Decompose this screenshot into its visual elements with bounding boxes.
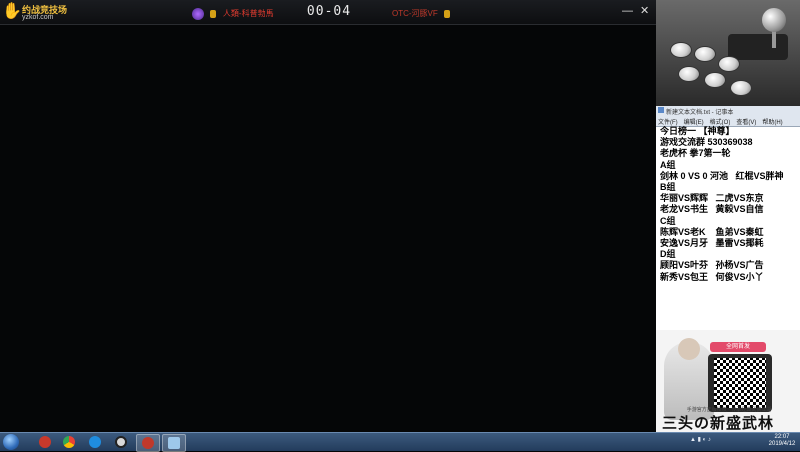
team-left-name: 人類-科普勃馬 xyxy=(222,9,274,19)
qr-code-icon xyxy=(714,358,766,408)
schedule-line: 老龙VS书生 黄毅VS自信 xyxy=(660,204,764,215)
schedule-line: C组 xyxy=(660,215,676,226)
stream-video[interactable] xyxy=(0,25,656,432)
stick-base xyxy=(728,34,788,60)
taskbar-app-chrome[interactable] xyxy=(58,434,80,450)
joystick-icon xyxy=(762,8,786,32)
notepad-menu: 文件(F) 编辑(E) 格式(O) 查看(V) 帮助(H) xyxy=(658,117,789,126)
schedule-line: 安逸VS月牙 墨雷VS揶耗 xyxy=(660,238,764,249)
obs-icon xyxy=(115,436,127,448)
side-panel: 新建文本文档.txt - 记事本 文件(F) 编辑(E) 格式(O) 查看(V) 帮助(… xyxy=(656,0,800,432)
arcade-button-icon xyxy=(704,72,726,88)
stick-shaft xyxy=(772,30,776,48)
schedule-line: 陈辉VS老K 鱼弟VS秦虹 xyxy=(660,226,764,237)
schedule-line: D组 xyxy=(660,249,676,260)
team-right-rank-icon xyxy=(444,9,451,18)
arcade-button-icon xyxy=(730,80,752,96)
schedule-line: 新秀VS包王 何俊VS小丫 xyxy=(660,271,764,282)
character-head xyxy=(678,338,700,360)
notepad-icon xyxy=(658,107,664,113)
schedule-line: 游戏交流群 530369038 xyxy=(660,137,753,148)
close-button[interactable]: ✕ xyxy=(640,4,649,18)
match-header: ✋ 约战竞技场 yzkof.com 人類-科普勃馬 00-04 OTC-河豚VF… xyxy=(0,0,656,25)
team-left: 人類-科普勃馬 xyxy=(192,5,274,20)
schedule-line: A组 xyxy=(660,159,676,170)
notepad-app-icon xyxy=(168,437,180,449)
schedule-line: 剑林 0 VS 0 河池 红棍VS胖神 xyxy=(660,170,784,181)
logo-url: yzkof.com xyxy=(22,14,54,21)
taskbar-clock[interactable]: 22:07 2019/4/12 xyxy=(766,434,798,448)
taskbar-app-k[interactable] xyxy=(84,434,106,450)
team-right-name: OTC-河豚VF xyxy=(392,9,438,19)
logo-icon: ✋ xyxy=(2,3,22,20)
arcade-button-icon xyxy=(718,56,740,72)
taskbar-app-notepad[interactable] xyxy=(162,434,186,452)
system-tray[interactable]: ▲ ▮ ◐ ♪ xyxy=(690,436,711,443)
chrome-icon xyxy=(63,436,75,448)
team-right: OTC-河豚VF xyxy=(392,5,452,19)
arcade-button-icon xyxy=(670,42,692,58)
taskbar: ▲ ▮ ◐ ♪ 22:07 2019/4/12 xyxy=(0,432,800,452)
arcade-button-icon xyxy=(678,66,700,82)
schedule-line: 今日榜一 【神尊】 xyxy=(660,126,735,136)
game-ad-banner[interactable]: 全网首发 手游官方正版授权 · 传承经典武侠江湖 三头の新盛武林 xyxy=(656,330,800,432)
schedule-line: 顾阳VS叶芬 孙杨VS广告 xyxy=(660,260,764,271)
schedule-line: 华丽VS辉辉 二虎VS东京 xyxy=(660,193,764,204)
taskbar-app-obs[interactable] xyxy=(110,434,132,450)
clock-time: 22:07 xyxy=(774,434,790,440)
promo-tag: 全网首发 xyxy=(710,342,766,352)
schedule-line: 老虎杯 拳7第一轮 xyxy=(660,148,731,159)
arcade-button-icon xyxy=(694,46,716,62)
arcade-stick-camera xyxy=(656,0,800,106)
notepad-title: 新建文本文档.txt - 记事本 xyxy=(666,110,734,116)
k-app-icon xyxy=(89,436,101,448)
team-left-rank-icon xyxy=(210,9,217,18)
taskbar-app-stream[interactable] xyxy=(136,434,160,452)
game-app-icon xyxy=(39,436,51,448)
clock-date: 2019/4/12 xyxy=(768,441,796,447)
schedule-text[interactable]: 今日榜一 【神尊】 游戏交流群 530369038 老虎杯 拳7第一轮 A组 剑… xyxy=(660,126,798,326)
notepad-window-header: 新建文本文档.txt - 记事本 文件(F) 编辑(E) 格式(O) 查看(V) 帮助(… xyxy=(656,106,800,127)
site-logo: ✋ 约战竞技场 yzkof.com xyxy=(2,1,68,23)
taskbar-app-game[interactable] xyxy=(34,434,56,450)
promo-title: 三头の新盛武林 xyxy=(662,414,775,432)
stream-app-icon xyxy=(142,437,154,449)
minimize-button[interactable]: — xyxy=(622,4,633,18)
schedule-line: B组 xyxy=(660,182,676,193)
team-left-badge-icon xyxy=(192,7,204,20)
match-score: 00-04 xyxy=(306,4,352,19)
start-button[interactable] xyxy=(3,434,19,450)
